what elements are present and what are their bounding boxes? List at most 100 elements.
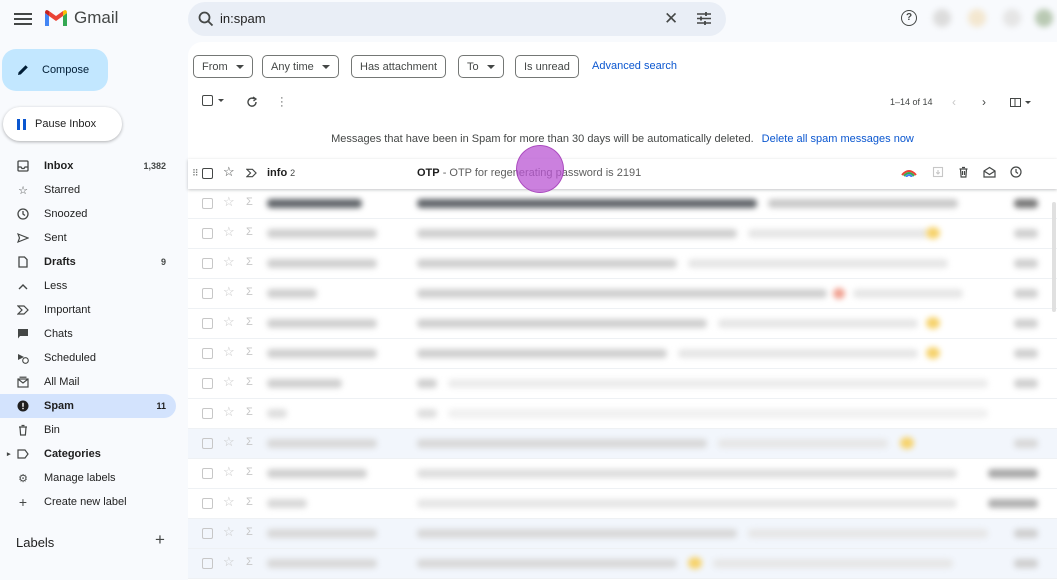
delete-all-spam-link[interactable]: Delete all spam messages now — [762, 133, 914, 145]
row-checkbox[interactable] — [202, 558, 213, 569]
row-checkbox[interactable] — [202, 468, 213, 479]
star-icon[interactable]: ☆ — [223, 254, 235, 270]
close-icon[interactable]: ✕ — [664, 10, 678, 27]
mark-read-icon[interactable] — [983, 166, 996, 178]
drag-handle-icon[interactable]: ⠿ — [192, 168, 199, 179]
important-icon[interactable]: Σ — [246, 436, 253, 448]
sidebar-item-snoozed[interactable]: Snoozed — [0, 202, 176, 226]
sidebar-item-chats[interactable]: Chats — [0, 322, 176, 346]
table-row[interactable]: ☆ Σ — [188, 459, 1057, 489]
star-icon[interactable]: ☆ — [223, 344, 235, 360]
compose-button[interactable]: Compose — [2, 49, 108, 91]
sidebar-item-drafts[interactable]: Drafts 9 — [0, 250, 176, 274]
sidebar-item-inbox[interactable]: Inbox 1,382 — [0, 154, 176, 178]
important-icon[interactable]: Σ — [246, 466, 253, 478]
important-icon[interactable]: Σ — [246, 196, 253, 208]
star-icon[interactable]: ☆ — [223, 554, 235, 570]
select-dropdown-icon[interactable] — [218, 99, 224, 102]
sidebar-item-manage-labels[interactable]: ⚙ Manage labels — [0, 466, 176, 490]
prev-page-icon[interactable]: ‹ — [952, 95, 956, 109]
star-icon[interactable]: ☆ — [223, 404, 235, 420]
row-checkbox[interactable] — [202, 318, 213, 329]
table-row[interactable]: ☆ Σ — [188, 189, 1057, 219]
sidebar-item-scheduled[interactable]: Scheduled — [0, 346, 176, 370]
star-icon[interactable]: ☆ — [223, 464, 235, 480]
table-row[interactable]: ☆ Σ — [188, 519, 1057, 549]
important-icon[interactable]: Σ — [246, 346, 253, 358]
pause-inbox-button[interactable]: Pause Inbox — [3, 107, 122, 141]
snooze-icon[interactable] — [1010, 166, 1022, 178]
filter-has-attachment[interactable]: Has attachment — [351, 55, 447, 78]
row-checkbox[interactable] — [202, 288, 213, 299]
row-checkbox[interactable] — [202, 378, 213, 389]
table-row[interactable]: ⠿ ☆ info2 OTP - OTP for regenerating pas… — [188, 159, 1057, 189]
star-icon[interactable]: ☆ — [223, 194, 235, 210]
rainbow-icon[interactable] — [900, 167, 918, 177]
important-icon[interactable]: Σ — [246, 256, 253, 268]
table-row[interactable]: ☆ Σ — [188, 399, 1057, 429]
help-icon[interactable]: ? — [901, 10, 917, 26]
important-icon[interactable]: Σ — [246, 226, 253, 238]
star-icon[interactable]: ☆ — [223, 224, 235, 240]
important-icon[interactable]: Σ — [246, 496, 253, 508]
row-checkbox[interactable] — [202, 498, 213, 509]
row-checkbox[interactable] — [202, 228, 213, 239]
table-row[interactable]: ☆ Σ — [188, 489, 1057, 519]
row-checkbox[interactable] — [202, 438, 213, 449]
table-row[interactable]: ☆ Σ — [188, 369, 1057, 399]
sidebar-item-create-label[interactable]: + Create new label — [0, 490, 176, 514]
delete-icon[interactable] — [958, 166, 969, 178]
important-icon[interactable]: Σ — [246, 556, 253, 568]
star-icon[interactable]: ☆ — [223, 374, 235, 390]
split-pane-toggle[interactable] — [1010, 98, 1031, 107]
search-bar[interactable]: in:spam ✕ — [188, 2, 726, 36]
filter-from[interactable]: From — [193, 55, 253, 78]
row-checkbox[interactable] — [202, 258, 213, 269]
table-row[interactable]: ☆ Σ — [188, 429, 1057, 459]
main-menu-icon[interactable] — [14, 10, 32, 28]
table-row[interactable]: ☆ Σ — [188, 549, 1057, 579]
table-row[interactable]: ☆ Σ — [188, 339, 1057, 369]
row-checkbox[interactable] — [202, 528, 213, 539]
refresh-icon[interactable] — [246, 96, 258, 108]
tune-icon[interactable] — [696, 11, 712, 26]
star-icon[interactable]: ☆ — [223, 434, 235, 450]
row-checkbox[interactable] — [202, 198, 213, 209]
sidebar-item-categories[interactable]: ▸ Categories — [0, 442, 176, 466]
important-icon[interactable]: Σ — [246, 376, 253, 388]
star-icon[interactable]: ☆ — [223, 164, 235, 180]
scrollbar[interactable] — [1052, 202, 1056, 312]
add-label-icon[interactable]: + — [155, 530, 165, 550]
settings-icon[interactable] — [968, 9, 986, 27]
next-page-icon[interactable]: › — [982, 95, 986, 109]
row-checkbox[interactable] — [202, 168, 213, 179]
support-icon[interactable] — [933, 9, 951, 27]
apps-icon[interactable] — [1003, 9, 1021, 27]
star-icon[interactable]: ☆ — [223, 494, 235, 510]
sidebar-item-important[interactable]: Important — [0, 298, 176, 322]
search-input[interactable]: in:spam — [220, 11, 266, 26]
star-icon[interactable]: ☆ — [223, 524, 235, 540]
more-options-icon[interactable]: · · · — [280, 93, 284, 112]
sidebar-item-less[interactable]: Less — [0, 274, 176, 298]
important-icon[interactable]: Σ — [246, 406, 253, 418]
sidebar-item-bin[interactable]: Bin — [0, 418, 176, 442]
filter-to[interactable]: To — [458, 55, 504, 78]
table-row[interactable]: ☆ Σ — [188, 249, 1057, 279]
important-icon[interactable]: Σ — [246, 316, 253, 328]
star-icon[interactable]: ☆ — [223, 284, 235, 300]
search-icon[interactable] — [198, 11, 214, 27]
filter-is-unread[interactable]: Is unread — [515, 55, 579, 78]
filter-any-time[interactable]: Any time — [262, 55, 339, 78]
select-all-checkbox[interactable] — [202, 95, 213, 106]
important-icon[interactable] — [246, 168, 257, 178]
gmail-logo[interactable]: Gmail — [44, 8, 118, 28]
sidebar-item-starred[interactable]: ☆ Starred — [0, 178, 176, 202]
archive-icon[interactable] — [932, 166, 944, 178]
important-icon[interactable]: Σ — [246, 286, 253, 298]
row-checkbox[interactable] — [202, 408, 213, 419]
table-row[interactable]: ☆ Σ — [188, 279, 1057, 309]
table-row[interactable]: ☆ Σ — [188, 309, 1057, 339]
star-icon[interactable]: ☆ — [223, 314, 235, 330]
expand-arrow-icon[interactable]: ▸ — [7, 450, 11, 458]
